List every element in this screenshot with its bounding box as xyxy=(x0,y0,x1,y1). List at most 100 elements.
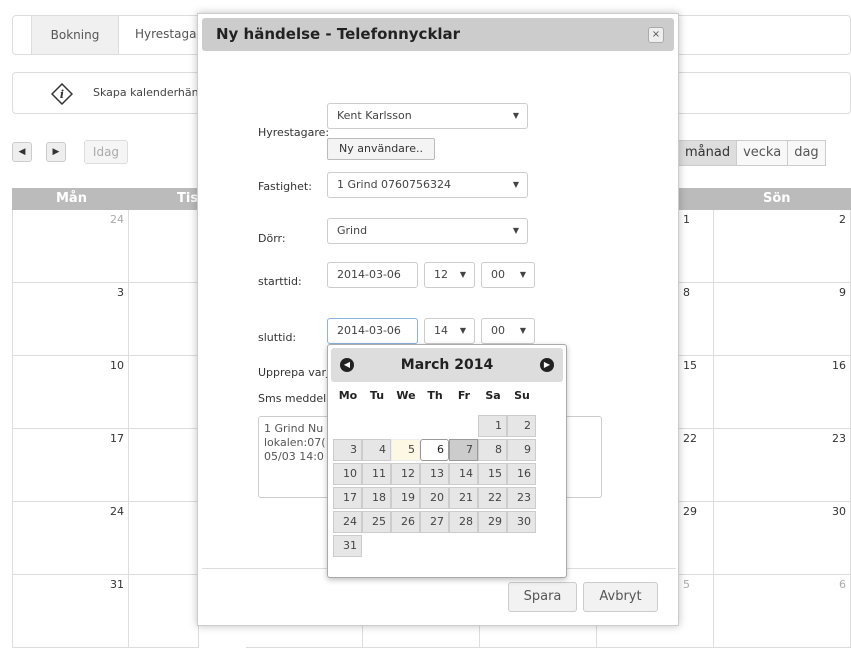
datepicker-day[interactable]: 3 xyxy=(333,439,362,461)
datepicker-day[interactable]: 20 xyxy=(420,487,449,509)
today-button[interactable]: Idag xyxy=(84,140,128,164)
calendar-day-mon[interactable]: 31 xyxy=(12,575,129,648)
chevron-left-icon: ◀ xyxy=(18,147,26,157)
close-icon[interactable]: × xyxy=(648,27,664,43)
weekday-header: Fr xyxy=(457,389,471,402)
info-text: Skapa kalenderhän xyxy=(93,86,199,99)
view-month-button[interactable]: månad xyxy=(678,140,738,166)
calendar-day-mon[interactable]: 17 xyxy=(12,429,129,502)
datepicker-day[interactable]: 30 xyxy=(507,511,536,533)
datepicker-day[interactable]: 25 xyxy=(362,511,391,533)
datepicker-day[interactable]: 13 xyxy=(420,463,449,485)
calendar-day-mon[interactable]: 10 xyxy=(12,356,129,429)
calendar-day-sat[interactable]: 8 xyxy=(679,283,714,356)
calendar-day-sat[interactable]: 22 xyxy=(679,429,714,502)
dropdown-arrow-icon: ▼ xyxy=(512,111,519,120)
datepicker-day[interactable]: 15 xyxy=(478,463,507,485)
tenant-select[interactable]: Kent Karlsson ▼ xyxy=(327,103,528,129)
calendar-day-tue[interactable] xyxy=(129,575,199,648)
prev-month-button[interactable]: ◀ xyxy=(12,142,32,162)
end-label: sluttid: xyxy=(258,331,297,344)
door-select[interactable]: Grind ▼ xyxy=(327,218,528,244)
datepicker-day[interactable]: 4 xyxy=(362,439,391,461)
datepicker-day[interactable]: 21 xyxy=(449,487,478,509)
datepicker-day[interactable]: 8 xyxy=(478,439,507,461)
calendar-day-tue[interactable] xyxy=(129,356,199,429)
end-hour-select[interactable]: 14 ▼ xyxy=(424,318,475,344)
calendar-day-tue[interactable] xyxy=(129,429,199,502)
datepicker-title: March 2014 xyxy=(400,357,494,373)
dropdown-arrow-icon: ▼ xyxy=(459,326,466,335)
dropdown-arrow-icon: ▼ xyxy=(519,270,526,279)
datepicker-day[interactable]: 19 xyxy=(391,487,420,509)
dropdown-arrow-icon: ▼ xyxy=(459,270,466,279)
start-date-input[interactable]: 2014-03-06 xyxy=(327,262,418,288)
datepicker-day[interactable]: 11 xyxy=(362,463,391,485)
datepicker-day[interactable]: 6 xyxy=(420,439,449,461)
datepicker-day[interactable]: 18 xyxy=(362,487,391,509)
calendar-day-tue[interactable] xyxy=(129,210,199,283)
calendar-day-sun[interactable]: 16 xyxy=(714,356,851,429)
datepicker: March 2014 ◀ ▶ Mo Tu We Th Fr Sa Su 1 2 3 4 5 6 7 8 9 10… xyxy=(327,344,567,578)
cancel-button[interactable]: Avbryt xyxy=(583,582,658,612)
start-hour-select[interactable]: 12 ▼ xyxy=(424,262,475,288)
datepicker-day[interactable]: 27 xyxy=(420,511,449,533)
end-minute-select[interactable]: 00 ▼ xyxy=(481,318,535,344)
datepicker-day[interactable]: 7 xyxy=(449,439,478,461)
dropdown-arrow-icon: ▼ xyxy=(512,226,519,235)
prev-month-icon[interactable]: ◀ xyxy=(340,358,354,372)
sms-label: Sms meddela xyxy=(258,392,333,405)
next-month-icon[interactable]: ▶ xyxy=(540,358,554,372)
datepicker-day[interactable]: 31 xyxy=(333,535,362,557)
datepicker-day[interactable]: 14 xyxy=(449,463,478,485)
datepicker-day[interactable]: 29 xyxy=(478,511,507,533)
calendar-day-sun[interactable]: 6 xyxy=(714,575,851,648)
property-label: Fastighet: xyxy=(258,180,312,193)
calendar-day-sat[interactable]: 5 xyxy=(679,575,714,648)
datepicker-day[interactable]: 28 xyxy=(449,511,478,533)
datepicker-day[interactable]: 9 xyxy=(507,439,536,461)
view-week-button[interactable]: vecka xyxy=(736,140,789,166)
save-button[interactable]: Spara xyxy=(508,582,577,612)
modal-title: Ny händelse - Telefonnycklar xyxy=(216,25,461,43)
weekday-header: Th xyxy=(427,389,443,402)
end-date-input[interactable]: 2014-03-06 xyxy=(327,318,418,344)
tab-tenants[interactable]: Hyrestagar xyxy=(135,27,201,41)
property-select[interactable]: 1 Grind 0760756324 ▼ xyxy=(327,172,528,198)
tab-booking[interactable]: Bokning xyxy=(31,16,119,54)
new-user-button[interactable]: Ny användare.. xyxy=(327,138,435,160)
calendar-day-sun[interactable]: 2 xyxy=(714,210,851,283)
datepicker-day[interactable]: 23 xyxy=(507,487,536,509)
header-tue: Tis xyxy=(129,188,199,210)
calendar-day-sat[interactable]: 15 xyxy=(679,356,714,429)
calendar-day-mon[interactable]: 24 xyxy=(12,210,129,283)
calendar-day-sun[interactable]: 23 xyxy=(714,429,851,502)
calendar-day-sat[interactable]: 29 xyxy=(679,502,714,575)
datepicker-day[interactable]: 12 xyxy=(391,463,420,485)
calendar-day-mon[interactable]: 24 xyxy=(12,502,129,575)
datepicker-day[interactable]: 24 xyxy=(333,511,362,533)
datepicker-day[interactable]: 1 xyxy=(478,415,507,437)
datepicker-day[interactable]: 10 xyxy=(333,463,362,485)
calendar-day-sun[interactable]: 9 xyxy=(714,283,851,356)
weekday-header: Tu xyxy=(369,389,385,402)
weekday-header: Mo xyxy=(338,389,358,402)
start-minute-select[interactable]: 00 ▼ xyxy=(481,262,535,288)
calendar-day-sun[interactable]: 30 xyxy=(714,502,851,575)
calendar-day-sat[interactable]: 1 xyxy=(679,210,714,283)
calendar-day-tue[interactable] xyxy=(129,283,199,356)
calendar-day-tue[interactable] xyxy=(129,502,199,575)
datepicker-day[interactable]: 16 xyxy=(507,463,536,485)
weekday-header: Sa xyxy=(485,389,501,402)
datepicker-day[interactable]: 17 xyxy=(333,487,362,509)
calendar-day-mon[interactable]: 3 xyxy=(12,283,129,356)
header-mon: Mån xyxy=(12,188,129,210)
datepicker-day[interactable]: 26 xyxy=(391,511,420,533)
next-month-button[interactable]: ▶ xyxy=(46,142,66,162)
weekday-header: Su xyxy=(514,389,530,402)
datepicker-day[interactable]: 5 xyxy=(391,439,420,461)
datepicker-day[interactable]: 22 xyxy=(478,487,507,509)
datepicker-day[interactable]: 2 xyxy=(507,415,536,437)
view-day-button[interactable]: dag xyxy=(787,140,826,166)
tenant-label: Hyrestagare: xyxy=(258,126,330,139)
